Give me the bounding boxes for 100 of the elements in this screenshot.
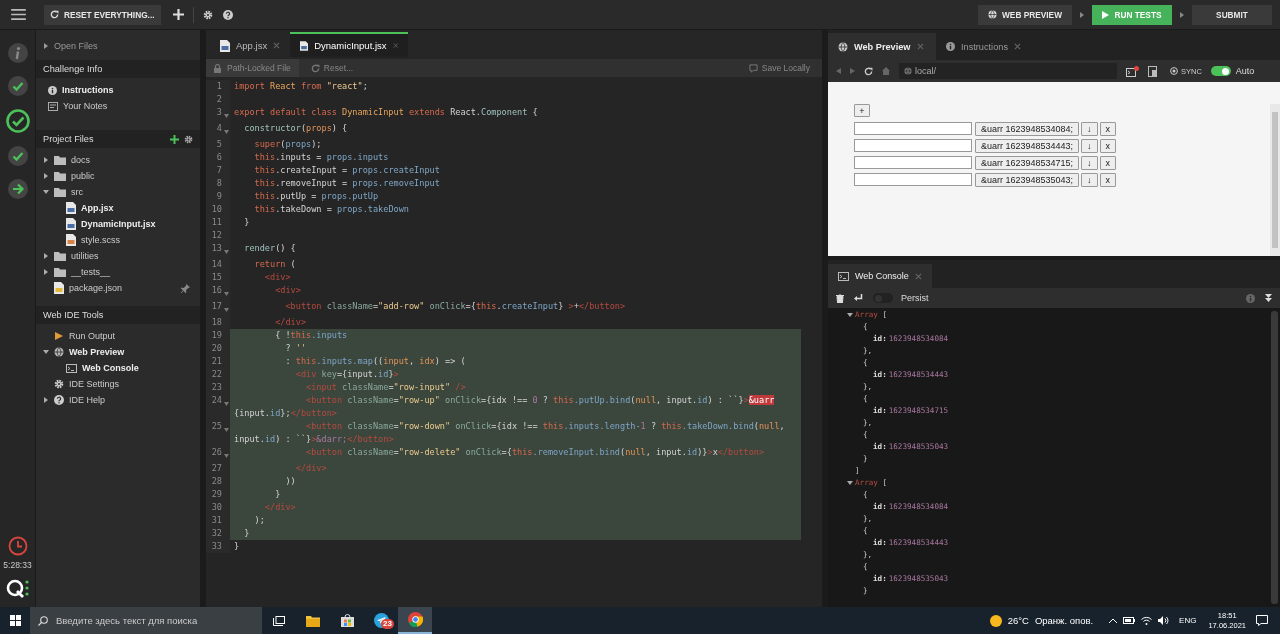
check-circle-icon[interactable] xyxy=(5,109,30,133)
move-down-button[interactable]: ↓ xyxy=(1081,155,1098,170)
add-row-button[interactable]: + xyxy=(854,104,870,117)
scrollbar[interactable] xyxy=(1270,104,1280,256)
sidebar-item[interactable]: Instructions xyxy=(62,85,114,95)
forward-icon[interactable] xyxy=(850,68,855,74)
fold-caret-icon[interactable] xyxy=(224,292,229,296)
language-indicator[interactable]: ENG xyxy=(1179,616,1197,625)
submit-button[interactable]: SUBMIT xyxy=(1192,4,1272,25)
move-down-button[interactable]: ↓ xyxy=(1081,172,1098,187)
caret-icon[interactable] xyxy=(43,189,49,195)
delete-button[interactable]: x xyxy=(1099,172,1117,187)
folder-item[interactable]: utilities xyxy=(71,251,99,261)
tool-item[interactable]: IDE Help xyxy=(69,395,105,405)
fold-caret-icon[interactable] xyxy=(224,130,229,134)
fold-caret-icon[interactable] xyxy=(224,250,229,254)
target-icon[interactable] xyxy=(1170,67,1178,75)
menu-icon[interactable] xyxy=(11,9,26,20)
delete-button[interactable]: x xyxy=(1099,138,1117,153)
globe-icon[interactable] xyxy=(904,67,912,75)
tool-item[interactable]: Web Console xyxy=(82,363,139,373)
folder-item[interactable]: src xyxy=(71,187,83,197)
save-locally-button[interactable]: Save Locally xyxy=(742,62,816,74)
globe-icon[interactable] xyxy=(988,10,998,19)
file-item[interactable]: App.jsx xyxy=(81,203,114,213)
tool-item[interactable]: IDE Settings xyxy=(69,379,120,389)
console-icon[interactable] xyxy=(838,271,849,281)
file-item[interactable]: style.scss xyxy=(81,235,120,245)
run-icon[interactable] xyxy=(54,331,64,341)
tool-item[interactable]: Web Preview xyxy=(69,347,125,357)
back-icon[interactable] xyxy=(836,68,841,74)
add-file-icon[interactable] xyxy=(170,134,179,144)
caret-icon[interactable] xyxy=(43,157,49,163)
file-item[interactable]: DynamicInput.jsx xyxy=(81,219,156,229)
caret-icon[interactable] xyxy=(43,397,49,403)
check-step-icon[interactable] xyxy=(7,146,28,166)
file-item[interactable]: package.json xyxy=(69,283,123,293)
info-icon[interactable] xyxy=(946,42,955,51)
caret-icon[interactable] xyxy=(43,43,49,49)
caret-icon[interactable] xyxy=(43,173,49,179)
preview-tab[interactable]: Web Preview xyxy=(828,33,936,60)
fold-caret-icon[interactable] xyxy=(224,114,229,118)
web-preview-button[interactable]: WEB PREVIEW xyxy=(978,4,1072,25)
row-input[interactable] xyxy=(854,139,972,152)
caret-icon[interactable] xyxy=(43,253,49,259)
close-icon[interactable] xyxy=(1014,43,1021,50)
check-step-icon[interactable] xyxy=(7,76,28,96)
folder-item[interactable]: docs xyxy=(71,155,90,165)
move-up-button[interactable]: &uarr 1623948534715; xyxy=(975,155,1080,170)
console-alert-icon[interactable] xyxy=(1126,65,1139,77)
scrollbar[interactable] xyxy=(1271,311,1278,604)
refresh-icon[interactable] xyxy=(864,66,873,76)
folder-item[interactable]: __tests__ xyxy=(71,267,111,277)
move-up-button[interactable]: &uarr 1623948534084; xyxy=(975,121,1080,136)
scroll-down-icon[interactable] xyxy=(1265,294,1272,302)
delete-button[interactable]: x xyxy=(1099,121,1117,136)
battery-icon[interactable] xyxy=(1123,617,1136,624)
move-down-button[interactable]: ↓ xyxy=(1081,121,1098,136)
sidebar-item[interactable]: Your Notes xyxy=(63,101,108,111)
wifi-icon[interactable] xyxy=(1141,616,1153,625)
trash-icon[interactable] xyxy=(836,293,844,303)
fold-caret-icon[interactable] xyxy=(224,402,229,406)
fold-caret-icon[interactable] xyxy=(224,454,229,458)
fold-caret-icon[interactable] xyxy=(224,428,229,432)
settings-icon[interactable] xyxy=(54,379,64,389)
home-icon[interactable] xyxy=(882,67,890,75)
plus-icon[interactable] xyxy=(172,9,184,20)
caret-icon[interactable] xyxy=(43,269,49,275)
folder-item[interactable]: public xyxy=(71,171,95,181)
settings-icon[interactable] xyxy=(202,9,213,20)
reset-file-button[interactable]: Reset... xyxy=(304,62,360,74)
caret-up-icon[interactable] xyxy=(1109,618,1118,623)
arrow-step-icon[interactable] xyxy=(7,179,28,199)
row-input[interactable] xyxy=(854,122,972,135)
url-field[interactable]: local/ xyxy=(899,63,1117,79)
notification-icon[interactable] xyxy=(1256,615,1268,626)
row-input[interactable] xyxy=(854,156,972,169)
console-tab[interactable]: Web Console xyxy=(828,264,932,288)
fold-caret-icon[interactable] xyxy=(224,308,229,312)
globe-icon[interactable] xyxy=(54,347,64,357)
globe-icon[interactable] xyxy=(838,41,848,52)
console-icon[interactable] xyxy=(66,363,77,373)
close-icon[interactable] xyxy=(273,42,281,49)
auto-toggle[interactable] xyxy=(1210,66,1231,76)
search-field[interactable]: Введите здесь текст для поиска xyxy=(30,607,262,634)
delete-button[interactable]: x xyxy=(1099,155,1117,170)
volume-icon[interactable] xyxy=(1158,616,1170,625)
caret-icon[interactable] xyxy=(43,349,49,355)
help-icon[interactable] xyxy=(222,9,233,20)
notes-icon[interactable] xyxy=(48,101,58,111)
help-icon[interactable] xyxy=(54,395,64,405)
device-icon[interactable] xyxy=(1148,65,1157,77)
pin-icon[interactable] xyxy=(181,283,190,293)
caret-icon[interactable] xyxy=(847,480,853,486)
preview-tab[interactable]: Instructions xyxy=(936,33,1044,60)
settings-icon[interactable] xyxy=(184,134,193,144)
row-input[interactable] xyxy=(854,173,972,186)
taskbar-button[interactable]: 23 xyxy=(364,607,398,634)
move-up-button[interactable]: &uarr 1623948535043; xyxy=(975,172,1080,187)
open-files-toggle[interactable]: Open Files xyxy=(54,41,98,51)
